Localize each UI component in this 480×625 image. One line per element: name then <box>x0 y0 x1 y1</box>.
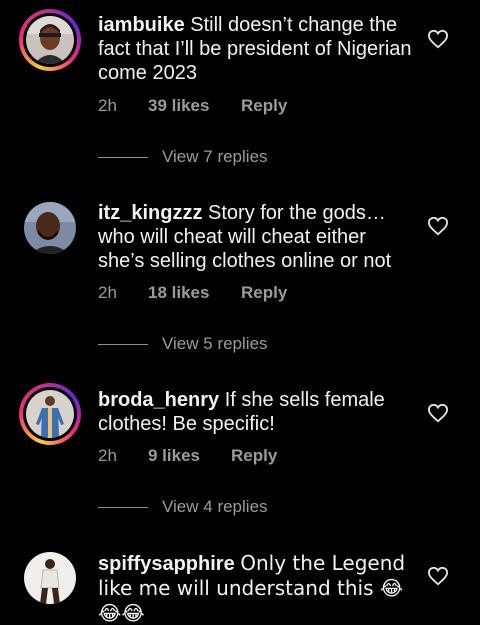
likes-count[interactable]: 39 likes <box>148 96 209 116</box>
comment-text: broda_henry If she sells female clothes!… <box>98 388 416 436</box>
avatar <box>26 16 74 64</box>
heart-icon[interactable] <box>427 403 449 423</box>
likes-count[interactable]: 18 likes <box>148 283 209 303</box>
man-portrait-icon <box>26 16 74 64</box>
view-replies-label: View 7 replies <box>162 147 268 166</box>
likes-count[interactable]: 9 likes <box>148 446 200 466</box>
replies-divider <box>98 507 148 508</box>
timestamp: 2h <box>98 283 117 302</box>
avatar-story-ring[interactable] <box>19 383 81 445</box>
comment-text: spiffysapphire Only the Legend like me w… <box>98 551 416 625</box>
avatar-story-ring[interactable] <box>19 9 81 71</box>
username[interactable]: iambuike <box>98 14 185 36</box>
view-replies-label: View 4 replies <box>162 497 268 516</box>
heart-icon[interactable] <box>427 566 449 586</box>
comment-body-continued: 😂😂 <box>98 601 145 625</box>
reply-button[interactable]: Reply <box>241 283 287 303</box>
username[interactable]: spiffysapphire <box>98 553 235 575</box>
heart-icon[interactable] <box>427 29 449 49</box>
avatar <box>26 390 74 438</box>
comment-text: itz_kingzzz Story for the gods… who will… <box>98 201 416 273</box>
man-standing-icon <box>26 390 74 438</box>
man-portrait-icon <box>24 202 76 254</box>
username[interactable]: broda_henry <box>98 389 219 411</box>
heart-icon[interactable] <box>427 216 449 236</box>
replies-divider <box>98 344 148 345</box>
avatar[interactable] <box>24 552 76 604</box>
replies-divider <box>98 157 148 158</box>
timestamp: 2h <box>98 446 117 465</box>
reply-button[interactable]: Reply <box>231 446 277 466</box>
avatar[interactable] <box>24 202 76 254</box>
timestamp: 2h <box>98 96 117 115</box>
woman-posing-icon <box>24 552 76 604</box>
username[interactable]: itz_kingzzz <box>98 202 202 224</box>
reply-button[interactable]: Reply <box>241 96 287 116</box>
view-replies-label: View 5 replies <box>162 334 268 353</box>
comment-text: iambuike Still doesn’t change the fact t… <box>98 13 416 85</box>
